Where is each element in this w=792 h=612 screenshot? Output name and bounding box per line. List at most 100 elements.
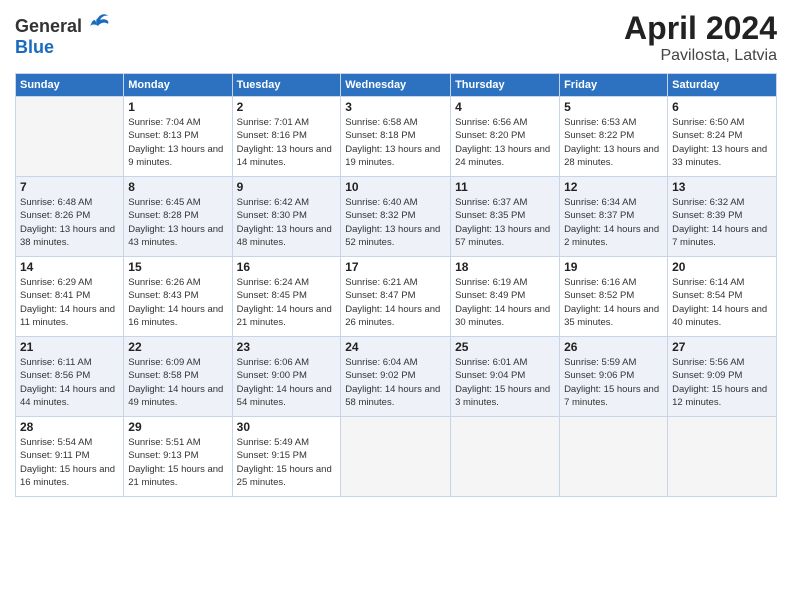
calendar-cell	[451, 417, 560, 497]
day-info: Sunrise: 6:04 AMSunset: 9:02 PMDaylight:…	[345, 356, 446, 409]
day-info: Sunrise: 6:09 AMSunset: 8:58 PMDaylight:…	[128, 356, 227, 409]
header-friday: Friday	[560, 74, 668, 97]
calendar-row-4: 21 Sunrise: 6:11 AMSunset: 8:56 PMDayligh…	[16, 337, 777, 417]
calendar-cell: 18Sunrise: 6:19 AMSunset: 8:49 PMDayligh…	[451, 257, 560, 337]
day-info: Sunrise: 6:29 AMSunset: 8:41 PMDaylight:…	[20, 276, 119, 329]
day-number: 29	[128, 420, 227, 434]
day-number: 21	[20, 340, 119, 354]
month-title: April 2024	[624, 10, 777, 47]
day-info: Sunrise: 5:54 AMSunset: 9:11 PMDaylight:…	[20, 436, 119, 489]
calendar-cell: 20 Sunrise: 6:14 AMSunset: 8:54 PMDayligh…	[668, 257, 777, 337]
header-wednesday: Wednesday	[341, 74, 451, 97]
header-monday: Monday	[124, 74, 232, 97]
calendar-cell: 26 Sunrise: 5:59 AMSunset: 9:06 PMDayligh…	[560, 337, 668, 417]
calendar-cell: 2 Sunrise: 7:01 AMSunset: 8:16 PMDaylight…	[232, 97, 341, 177]
day-number: 7	[20, 180, 119, 194]
calendar-cell: 5 Sunrise: 6:53 AMSunset: 8:22 PMDaylight…	[560, 97, 668, 177]
day-info: Sunrise: 6:26 AMSunset: 8:43 PMDaylight:…	[128, 276, 227, 329]
day-info: Sunrise: 6:42 AMSunset: 8:30 PMDaylight:…	[237, 196, 337, 249]
calendar-cell: 4Sunrise: 6:56 AMSunset: 8:20 PMDaylight…	[451, 97, 560, 177]
day-info: Sunrise: 7:01 AMSunset: 8:16 PMDaylight:…	[237, 116, 337, 169]
calendar-cell	[668, 417, 777, 497]
day-number: 1	[128, 100, 227, 114]
day-number: 8	[128, 180, 227, 194]
calendar-cell: 1Sunrise: 7:04 AMSunset: 8:13 PMDaylight…	[124, 97, 232, 177]
day-info: Sunrise: 6:45 AMSunset: 8:28 PMDaylight:…	[128, 196, 227, 249]
logo-bird-icon	[84, 10, 112, 38]
calendar-cell: 7 Sunrise: 6:48 AMSunset: 8:26 PMDaylight…	[16, 177, 124, 257]
day-info: Sunrise: 6:40 AMSunset: 8:32 PMDaylight:…	[345, 196, 446, 249]
calendar-cell: 16 Sunrise: 6:24 AMSunset: 8:45 PMDayligh…	[232, 257, 341, 337]
day-number: 4	[455, 100, 555, 114]
day-number: 2	[237, 100, 337, 114]
day-info: Sunrise: 6:11 AMSunset: 8:56 PMDaylight:…	[20, 356, 119, 409]
calendar-header-row: Sunday Monday Tuesday Wednesday Thursday…	[16, 74, 777, 97]
day-number: 26	[564, 340, 663, 354]
day-number: 27	[672, 340, 772, 354]
calendar-cell	[16, 97, 124, 177]
day-info: Sunrise: 6:16 AMSunset: 8:52 PMDaylight:…	[564, 276, 663, 329]
day-info: Sunrise: 6:58 AMSunset: 8:18 PMDaylight:…	[345, 116, 446, 169]
day-number: 28	[20, 420, 119, 434]
day-number: 30	[237, 420, 337, 434]
day-info: Sunrise: 6:48 AMSunset: 8:26 PMDaylight:…	[20, 196, 119, 249]
calendar-cell: 19Sunrise: 6:16 AMSunset: 8:52 PMDayligh…	[560, 257, 668, 337]
calendar-cell: 17Sunrise: 6:21 AMSunset: 8:47 PMDayligh…	[341, 257, 451, 337]
calendar-row-3: 14Sunrise: 6:29 AMSunset: 8:41 PMDayligh…	[16, 257, 777, 337]
day-info: Sunrise: 6:06 AMSunset: 9:00 PMDaylight:…	[237, 356, 337, 409]
day-number: 15	[128, 260, 227, 274]
title-block: April 2024 Pavilosta, Latvia	[624, 10, 777, 65]
day-number: 11	[455, 180, 555, 194]
logo-general: General	[15, 16, 82, 37]
day-info: Sunrise: 6:21 AMSunset: 8:47 PMDaylight:…	[345, 276, 446, 329]
day-number: 12	[564, 180, 663, 194]
calendar-cell: 27 Sunrise: 5:56 AMSunset: 9:09 PMDayligh…	[668, 337, 777, 417]
day-info: Sunrise: 5:56 AMSunset: 9:09 PMDaylight:…	[672, 356, 772, 409]
header-sunday: Sunday	[16, 74, 124, 97]
header-tuesday: Tuesday	[232, 74, 341, 97]
logo-blue: Blue	[15, 37, 54, 58]
location-title: Pavilosta, Latvia	[624, 47, 777, 65]
calendar-cell	[341, 417, 451, 497]
calendar-cell: 9 Sunrise: 6:42 AMSunset: 8:30 PMDaylight…	[232, 177, 341, 257]
calendar-cell: 25 Sunrise: 6:01 AMSunset: 9:04 PMDayligh…	[451, 337, 560, 417]
calendar-cell: 30Sunrise: 5:49 AMSunset: 9:15 PMDayligh…	[232, 417, 341, 497]
day-number: 13	[672, 180, 772, 194]
day-number: 22	[128, 340, 227, 354]
calendar-cell: 10 Sunrise: 6:40 AMSunset: 8:32 PMDayligh…	[341, 177, 451, 257]
calendar-cell: 15 Sunrise: 6:26 AMSunset: 8:43 PMDayligh…	[124, 257, 232, 337]
calendar-cell: 8 Sunrise: 6:45 AMSunset: 8:28 PMDaylight…	[124, 177, 232, 257]
day-number: 6	[672, 100, 772, 114]
calendar-cell: 24Sunrise: 6:04 AMSunset: 9:02 PMDayligh…	[341, 337, 451, 417]
calendar-cell: 14Sunrise: 6:29 AMSunset: 8:41 PMDayligh…	[16, 257, 124, 337]
calendar-cell: 29 Sunrise: 5:51 AMSunset: 9:13 PMDayligh…	[124, 417, 232, 497]
day-number: 5	[564, 100, 663, 114]
calendar-cell: 23Sunrise: 6:06 AMSunset: 9:00 PMDayligh…	[232, 337, 341, 417]
calendar-cell: 22 Sunrise: 6:09 AMSunset: 8:58 PMDayligh…	[124, 337, 232, 417]
calendar-table: Sunday Monday Tuesday Wednesday Thursday…	[15, 73, 777, 497]
day-info: Sunrise: 6:53 AMSunset: 8:22 PMDaylight:…	[564, 116, 663, 169]
calendar-cell: 21 Sunrise: 6:11 AMSunset: 8:56 PMDayligh…	[16, 337, 124, 417]
day-number: 3	[345, 100, 446, 114]
calendar-cell: 28 Sunrise: 5:54 AMSunset: 9:11 PMDayligh…	[16, 417, 124, 497]
day-info: Sunrise: 6:14 AMSunset: 8:54 PMDaylight:…	[672, 276, 772, 329]
day-number: 20	[672, 260, 772, 274]
day-number: 16	[237, 260, 337, 274]
day-info: Sunrise: 6:01 AMSunset: 9:04 PMDaylight:…	[455, 356, 555, 409]
calendar-cell: 13 Sunrise: 6:32 AMSunset: 8:39 PMDayligh…	[668, 177, 777, 257]
calendar-row-1: 1Sunrise: 7:04 AMSunset: 8:13 PMDaylight…	[16, 97, 777, 177]
day-info: Sunrise: 5:59 AMSunset: 9:06 PMDaylight:…	[564, 356, 663, 409]
day-info: Sunrise: 5:51 AMSunset: 9:13 PMDaylight:…	[128, 436, 227, 489]
day-number: 25	[455, 340, 555, 354]
day-info: Sunrise: 6:34 AMSunset: 8:37 PMDaylight:…	[564, 196, 663, 249]
day-number: 9	[237, 180, 337, 194]
day-number: 18	[455, 260, 555, 274]
day-number: 10	[345, 180, 446, 194]
header-saturday: Saturday	[668, 74, 777, 97]
calendar-cell: 12 Sunrise: 6:34 AMSunset: 8:37 PMDayligh…	[560, 177, 668, 257]
calendar-cell: 6Sunrise: 6:50 AMSunset: 8:24 PMDaylight…	[668, 97, 777, 177]
calendar-row-5: 28 Sunrise: 5:54 AMSunset: 9:11 PMDayligh…	[16, 417, 777, 497]
page: General Blue April 2024 Pavilosta, Latvi…	[0, 0, 792, 612]
day-info: Sunrise: 6:24 AMSunset: 8:45 PMDaylight:…	[237, 276, 337, 329]
day-info: Sunrise: 6:32 AMSunset: 8:39 PMDaylight:…	[672, 196, 772, 249]
